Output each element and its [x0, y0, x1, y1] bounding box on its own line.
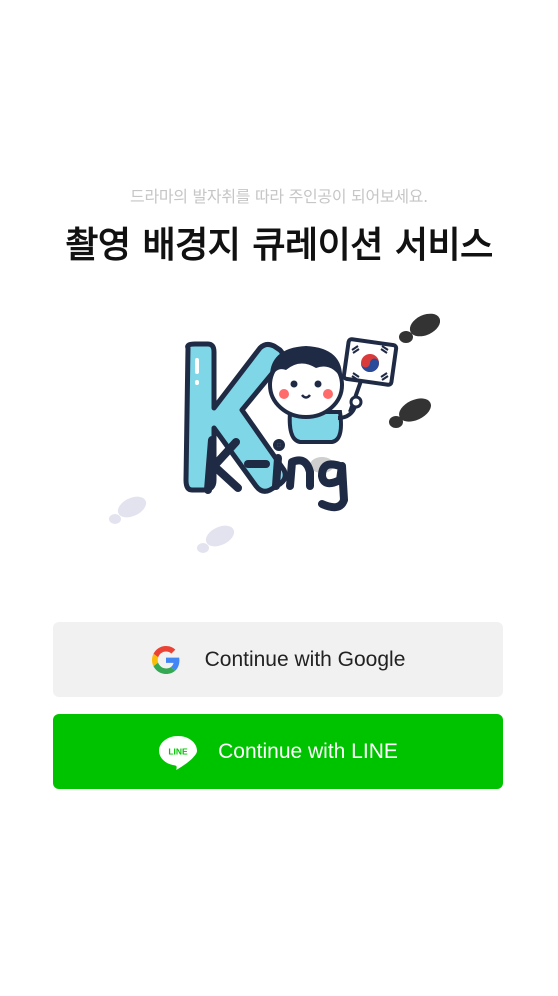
continue-with-google-button[interactable]: Continue with Google: [53, 622, 503, 697]
footprint-icon: [399, 313, 441, 343]
google-icon: [151, 645, 181, 675]
footprint-icon: [389, 398, 431, 428]
footprint-icon: [197, 525, 235, 553]
svg-text:LINE: LINE: [168, 746, 188, 756]
k-letter-icon: [183, 341, 288, 494]
line-button-label: Continue with LINE: [218, 739, 398, 763]
continue-with-line-button[interactable]: LINE Continue with LINE: [53, 714, 503, 789]
login-screen: 드라마의 발자취를 따라 주인공이 되어보세요. 촬영 배경지 큐레이션 서비스: [0, 0, 558, 996]
k-ing-mascot-logo: [109, 313, 441, 553]
page-title: 촬영 배경지 큐레이션 서비스: [65, 225, 493, 266]
google-button-label: Continue with Google: [204, 647, 406, 671]
line-icon: LINE: [158, 734, 198, 770]
k-ing-logotype: [204, 436, 348, 512]
footprint-icon: [109, 496, 147, 524]
page-subtitle: 드라마의 발자취를 따라 주인공이 되어보세요.: [130, 187, 428, 206]
